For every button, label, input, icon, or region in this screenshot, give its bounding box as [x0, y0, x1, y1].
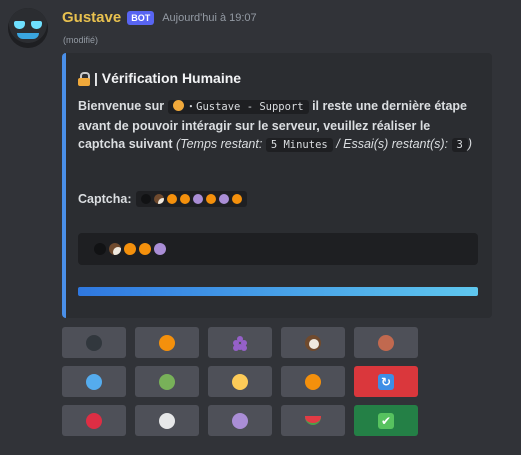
time-label: (Temps restant: — [175, 137, 266, 151]
bot-badge: BOT — [127, 10, 155, 25]
captcha-button-yellow-circle[interactable] — [208, 366, 272, 397]
edited-label: (modifié) — [63, 35, 99, 45]
black-circle-icon — [141, 194, 152, 204]
captcha-button-refresh[interactable]: ↻ — [354, 366, 418, 397]
tangerine-icon — [180, 194, 191, 204]
captcha-button-coconut[interactable] — [281, 327, 345, 358]
coconut-icon — [154, 194, 165, 204]
message-header: Gustave BOT Aujourd'hui à 19:07 — [62, 9, 257, 26]
embed-progress-image — [78, 287, 478, 296]
tangerine-icon — [206, 194, 217, 204]
refresh-icon: ↻ — [378, 373, 394, 390]
purple-circle-icon — [193, 194, 204, 204]
orange-circle-icon — [167, 194, 178, 204]
lock-icon — [78, 71, 90, 86]
author-name[interactable]: Gustave — [62, 9, 121, 26]
message-timestamp: Aujourd'hui à 19:07 — [162, 11, 257, 24]
captcha-button-grapes[interactable] — [208, 327, 272, 358]
captcha-button-tangerine[interactable] — [281, 366, 345, 397]
captcha-button-purple-circle[interactable] — [208, 405, 272, 436]
tries-remaining-value: 3 — [451, 138, 468, 152]
captcha-button-green-circle[interactable] — [135, 366, 199, 397]
blue-circle-icon — [86, 373, 102, 390]
grapes-icon — [232, 335, 248, 351]
orange-circle-icon — [124, 243, 136, 255]
entered-sequence-codeblock — [78, 233, 478, 265]
captcha-button-white-circle[interactable] — [135, 405, 199, 436]
watermelon-icon — [305, 416, 321, 425]
desc-intro: Bienvenue sur — [78, 99, 168, 113]
captcha-label: Captcha: — [78, 192, 132, 206]
tangerine-icon — [232, 194, 243, 204]
gustave-server-icon — [172, 100, 184, 111]
embed-title: | Vérification Humaine — [78, 70, 241, 86]
captcha-button-orange-circle[interactable] — [135, 327, 199, 358]
captcha-button-black-circle[interactable] — [62, 327, 126, 358]
purple-circle-icon — [154, 243, 166, 255]
tries-close: ) — [467, 137, 472, 151]
orange-circle-icon — [159, 334, 175, 351]
captcha-button-watermelon[interactable] — [281, 405, 345, 436]
embed-description: Bienvenue sur ・Gustave - Support il rest… — [78, 97, 478, 155]
captcha-button-blue-circle[interactable] — [62, 366, 126, 397]
green-circle-icon — [159, 373, 175, 390]
mustache-icon — [17, 33, 39, 39]
captcha-button-check-mark[interactable]: ✔ — [354, 405, 418, 436]
black-circle-icon — [94, 243, 106, 255]
embed-title-text: | Vérification Humaine — [94, 70, 242, 86]
purple-circle-icon — [232, 412, 248, 429]
tries-label: / Essai(s) restant(s): — [332, 137, 452, 151]
server-name: ・Gustave - Support — [185, 101, 304, 113]
time-remaining-value: 5 Minutes — [265, 138, 333, 152]
tangerine-icon — [139, 243, 151, 255]
tangerine-icon — [305, 373, 321, 390]
captcha-button-grid: ↻ ✔ — [62, 327, 418, 436]
yellow-circle-icon — [232, 373, 248, 390]
red-circle-icon — [86, 412, 102, 429]
coconut-icon — [305, 334, 321, 351]
captcha-button-red-circle[interactable] — [62, 405, 126, 436]
sunglasses-icon — [14, 21, 42, 29]
black-circle-icon — [86, 334, 102, 351]
captcha-sequence — [136, 191, 248, 207]
purple-circle-icon — [219, 194, 230, 204]
brown-circle-icon — [378, 334, 394, 351]
captcha-row: Captcha: — [78, 191, 248, 207]
check-mark-icon: ✔ — [378, 412, 394, 429]
avatar[interactable] — [8, 8, 48, 48]
white-circle-icon — [159, 412, 175, 429]
coconut-icon — [109, 243, 121, 255]
captcha-button-brown-circle[interactable] — [354, 327, 418, 358]
verification-embed: | Vérification Humaine Bienvenue sur ・Gu… — [62, 53, 492, 318]
server-channel-mention[interactable]: ・Gustave - Support — [167, 100, 309, 114]
